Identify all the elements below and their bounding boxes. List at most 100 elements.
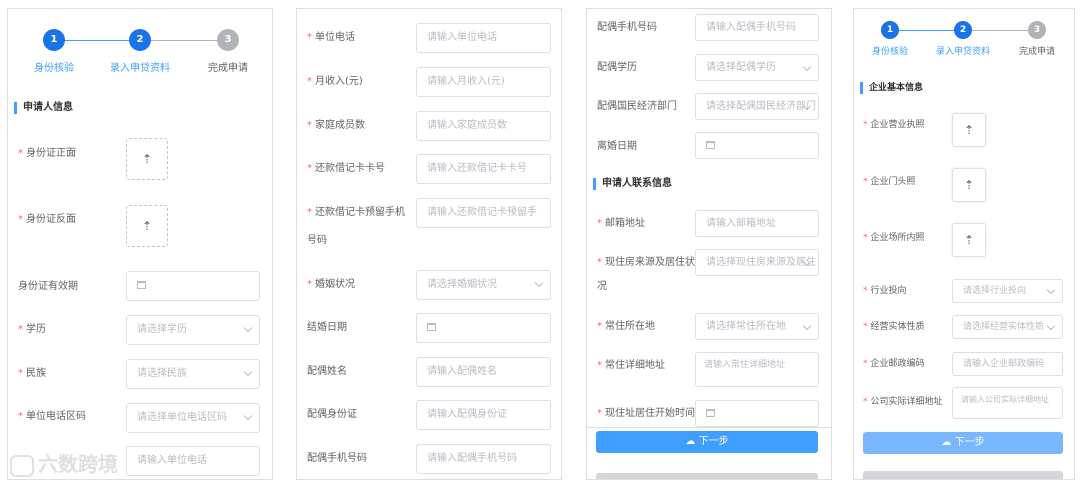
upload-door[interactable]: ⇡ — [952, 168, 986, 202]
secondary-button[interactable] — [596, 473, 818, 479]
next-step-button[interactable]: ☁ 下一步 — [596, 431, 818, 453]
watermark: 六数跨境 — [10, 448, 118, 477]
label-income: * 月收入(元) — [307, 76, 363, 87]
step-1-label: 身份核验 — [871, 47, 909, 57]
spouse-edu-select[interactable]: 请选择配偶学历 — [695, 54, 819, 81]
label-card-phone-2: 号码 — [307, 235, 327, 246]
label-card-phone: * 还款借记卡预留手机 — [307, 207, 405, 218]
label-housing: * 现住房来源及居住状 — [597, 257, 695, 268]
label-marital: * 婚姻状况 — [307, 279, 355, 290]
spouse-phone-input[interactable]: 请输入配偶手机号码 — [416, 444, 551, 474]
step-2-circle: 2 — [129, 29, 151, 51]
form-panel-2: * 单位电话 请输入单位电话 * 月收入(元) 请输入月收入(元) * 家庭成员数 请… — [296, 8, 562, 480]
entity-select[interactable]: 请选择经营实体性质 — [952, 315, 1063, 339]
secondary-button[interactable] — [863, 471, 1063, 479]
label-id-back: * 身份证反面 — [18, 214, 76, 225]
step-2-label: 录入申贷资料 — [935, 47, 991, 57]
email-input[interactable]: 请输入邮箱地址 — [695, 210, 819, 237]
section-title-applicant: 申请人信息 — [14, 102, 73, 114]
label-spouse-phone: 配偶手机号码 — [597, 22, 657, 33]
form-panel-3: 配偶手机号码 请输入配偶手机号码 配偶学历 请选择配偶学历 配偶国民经济部门 请… — [586, 8, 832, 480]
calendar-icon — [706, 409, 715, 417]
form-panel-1: 1 2 3 身份核验 录入申贷资料 完成申请 申请人信息 * 身份证正面 ⇡ * 身… — [7, 8, 273, 480]
chevron-down-icon — [243, 411, 253, 421]
label-postcode: * 企业邮政编码 — [863, 359, 925, 369]
unit-phone-input[interactable]: 请输入单位电话 — [126, 446, 260, 476]
income-input[interactable]: 请输入月收入(元) — [416, 67, 551, 97]
upload-icon: ⇡ — [963, 233, 975, 247]
divider — [587, 427, 831, 428]
spouse-name-input[interactable]: 请输入配偶姓名 — [416, 357, 551, 387]
label-license: * 企业营业执照 — [863, 120, 925, 130]
step-2-circle: 2 — [954, 21, 972, 39]
upload-icon: ⇡ — [963, 123, 975, 137]
area-code-select[interactable]: 请选择单位电话区码 — [126, 403, 260, 433]
label-industry: * 行业投向 — [863, 286, 907, 296]
upload-inside[interactable]: ⇡ — [952, 223, 986, 257]
marriage-date-picker[interactable] — [416, 313, 551, 343]
label-residence: * 常住所在地 — [597, 321, 655, 332]
step-connector — [962, 30, 1036, 31]
step-3-circle: 3 — [217, 29, 239, 51]
step-connector — [890, 30, 962, 31]
calendar-icon — [706, 141, 715, 149]
chevron-down-icon — [1046, 321, 1056, 331]
step-2-label: 录入申贷资料 — [110, 63, 170, 74]
upload-id-front[interactable]: ⇡ — [126, 138, 168, 180]
form-panel-4: 1 2 3 身份核验 录入申贷资料 完成申请 企业基本信息 * 企业营业执照 ⇡ … — [853, 8, 1075, 480]
unit-phone-input[interactable]: 请输入单位电话 — [416, 23, 551, 53]
upload-icon: ⇡ — [141, 219, 153, 233]
upload-license[interactable]: ⇡ — [952, 113, 986, 147]
card-phone-input[interactable]: 请输入还款借记卡预留手 — [416, 198, 551, 228]
family-input[interactable]: 请输入家庭成员数 — [416, 111, 551, 141]
label-housing-2: 况 — [597, 281, 607, 292]
upload-icon: ⇡ — [963, 178, 975, 192]
section-title-contact: 申请人联系信息 — [593, 178, 672, 190]
next-step-button[interactable]: ☁ 下一步 — [863, 432, 1063, 454]
step-1-label: 身份核验 — [34, 63, 74, 74]
label-spouse-edu: 配偶学历 — [597, 62, 637, 73]
cloud-upload-icon: ☁ — [685, 436, 699, 447]
card-input[interactable]: 请输入还款借记卡卡号 — [416, 154, 551, 184]
residence-select[interactable]: 请选择常住所在地 — [695, 313, 819, 340]
ethnicity-select[interactable]: 请选择民族 — [126, 359, 260, 389]
education-select[interactable]: 请选择学历 — [126, 315, 260, 345]
label-spouse-name: 配偶姓名 — [307, 366, 347, 377]
upload-id-back[interactable]: ⇡ — [126, 205, 168, 247]
id-validity-date-picker[interactable] — [126, 271, 260, 301]
step-1-circle: 1 — [881, 21, 899, 39]
housing-select[interactable]: 请选择现住房来源及居住 — [695, 249, 819, 276]
since-date-picker[interactable] — [695, 400, 819, 427]
spouse-phone-input[interactable]: 请输入配偶手机号码 — [695, 14, 819, 41]
label-since: * 现住址居住开始时间 — [597, 408, 695, 419]
label-address: * 常住详细地址 — [597, 360, 665, 371]
upload-icon: ⇡ — [141, 152, 153, 166]
calendar-icon — [427, 323, 436, 331]
spouse-id-input[interactable]: 请输入配偶身份证 — [416, 400, 551, 430]
label-spouse-dept: 配偶国民经济部门 — [597, 101, 677, 112]
chevron-down-icon — [534, 278, 544, 288]
label-ethnicity: * 民族 — [18, 368, 46, 379]
label-divorce-date: 离婚日期 — [597, 141, 637, 152]
label-unit-phone: * 单位电话 — [307, 32, 355, 43]
company-addr-textarea[interactable]: 请输入公司实际详细地址 — [952, 387, 1063, 419]
label-company-addr: * 公司实际详细地址 — [863, 397, 943, 407]
label-spouse-phone: 配偶手机号码 — [307, 453, 367, 464]
postcode-input[interactable]: 请输入企业邮政编码 — [952, 352, 1063, 376]
calendar-icon — [137, 281, 146, 289]
label-id-validity: 身份证有效期 — [18, 281, 78, 292]
address-textarea[interactable]: 请输入常住详细地址 — [695, 352, 819, 387]
label-education: * 学历 — [18, 324, 46, 335]
label-marriage-date: 结婚日期 — [307, 322, 347, 333]
step-indicator: 1 2 3 身份核验 录入申贷资料 完成申请 — [8, 9, 272, 79]
step-3-circle: 3 — [1028, 21, 1046, 39]
industry-select[interactable]: 请选择行业投向 — [952, 279, 1063, 303]
chevron-down-icon — [802, 321, 812, 331]
divorce-date-picker[interactable] — [695, 132, 819, 159]
section-title-enterprise: 企业基本信息 — [860, 82, 923, 94]
step-connector — [142, 40, 228, 41]
spouse-dept-select[interactable]: 请选择配偶国民经济部门 — [695, 93, 819, 120]
cloud-upload-icon: ☁ — [941, 437, 955, 448]
chevron-down-icon — [802, 62, 812, 72]
marital-select[interactable]: 请选择婚姻状况 — [416, 270, 551, 300]
